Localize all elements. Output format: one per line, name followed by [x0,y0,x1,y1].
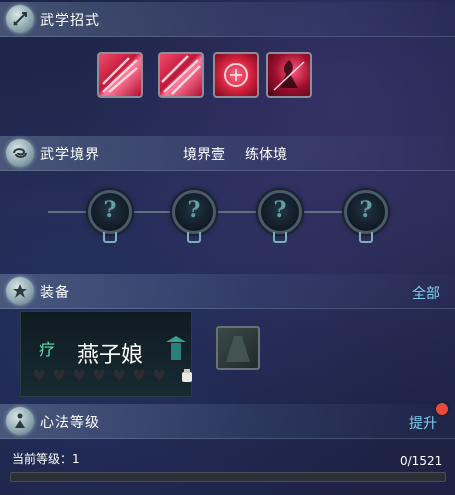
equipment-name: 燕子娘 [77,343,144,368]
upgrade-button[interactable]: 提升 [409,413,437,433]
current-level-label: 当前等级：1 [12,452,80,466]
sword-icon [6,5,34,33]
mind-section-title: 心法等级 [40,415,100,431]
realm-tag-icon [187,232,201,243]
heal-badge: 疗 [38,340,55,359]
heart-icon: ♥ [32,366,47,385]
skill-slot-2[interactable] [158,52,204,98]
realm-node-1[interactable]: ? [88,190,132,234]
realm-connector [218,211,260,213]
heart-icon: ♥ [112,366,127,385]
progress-bar [10,472,446,482]
realm-section-header: 武学境界 境界壹 练体境 [0,136,455,171]
question-icon: ? [359,197,373,223]
skill-slot-1[interactable] [97,52,143,98]
skill-slot-3[interactable] [213,52,259,98]
realm-tag-icon [273,232,287,243]
equipment-section-title: 装备 [40,285,70,301]
realm-node-4[interactable]: ? [344,190,388,234]
skills-section-title: 武学招式 [40,13,100,29]
realm-connector [304,211,346,213]
star-badge-icon [6,277,34,305]
heart-icon: ♥ [132,366,147,385]
heart-icon: ♥ [152,366,167,385]
question-icon: ? [187,197,201,223]
skills-section-header: 武学招式 [0,2,455,37]
realm-section-title: 武学境界 [40,147,100,163]
mind-section-header: 心法等级 提升 [0,403,455,439]
equipment-slot[interactable] [216,326,260,370]
question-icon: ? [103,197,117,223]
skill-slot-4[interactable] [266,52,312,98]
realm-stage-name: 练体境 [245,147,287,163]
realm-node-3[interactable]: ? [258,190,302,234]
realm-connector [48,211,90,213]
equipment-section-header: 装备 全部 [0,274,455,309]
progress-text: 0/1521 [400,454,443,468]
question-icon: ? [273,197,287,223]
hat-figure-icon [165,334,187,362]
heart-icon: ♥ [52,366,67,385]
realm-tag-icon [103,232,117,243]
realm-connector [134,211,174,213]
fist-icon [181,368,193,382]
swirl-icon [6,139,34,167]
realm-level-name: 境界壹 [183,147,225,163]
heart-icon: ♥ [92,366,107,385]
realm-tag-icon [359,232,373,243]
all-equipment-button[interactable]: 全部 [412,283,440,303]
meditating-figure-icon [6,407,34,435]
heart-icon: ♥ [72,366,87,385]
red-dot-badge [436,403,448,415]
realm-node-2[interactable]: ? [172,190,216,234]
